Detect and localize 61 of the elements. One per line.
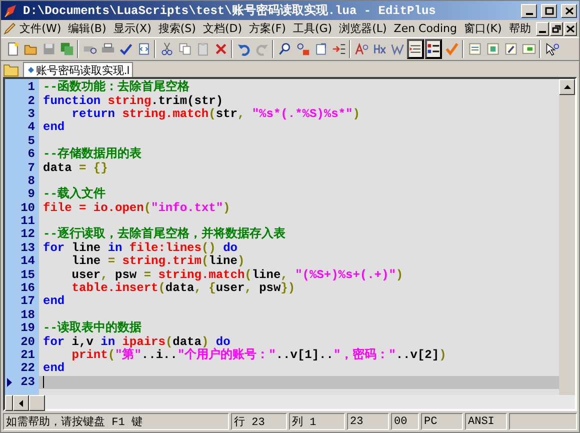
status-text: 23 (347, 413, 389, 430)
line-number: 16 (20, 282, 35, 296)
line-number: 8 (28, 174, 35, 188)
code-line: data = {} (43, 162, 108, 175)
status-text: PC (421, 413, 463, 430)
status-text: ANSI (465, 413, 507, 430)
menu-item[interactable]: Zen Coding (390, 22, 460, 35)
line-number: 19 (20, 322, 35, 336)
document-tab[interactable]: 账号密码读取实现.l (23, 62, 132, 77)
status-text: 列 1 (289, 413, 345, 430)
code-line: for line in file:lines() do (43, 242, 238, 255)
code-line: function string.trim(str) (43, 94, 224, 108)
code-line: print("第"..i.."个用户的账号："..v[1].."，密码："..v[2]) (70, 349, 446, 362)
line-number: 21 (20, 349, 35, 362)
code-line: line = string.trim(line) (70, 255, 245, 268)
line-number: 17 (20, 295, 35, 308)
line-number: 13 (20, 242, 35, 255)
line-number: 1 (28, 81, 35, 94)
code-line: --存储数据用的表 (43, 148, 142, 162)
window-title: D:\Documents\LuaScripts\test\账号密码读取实现.lua - EditPlus (23, 2, 437, 19)
code-line: --函数功能：去除首尾空格 (43, 81, 190, 94)
menu-item[interactable]: 窗口(K) (460, 21, 505, 36)
status-text: 00 (391, 413, 419, 430)
menu-item[interactable]: 工具(G) (290, 21, 336, 36)
menu-item[interactable]: 搜索(S) (155, 21, 199, 36)
code-line: table.insert(data, {user, psw}) (70, 282, 296, 296)
menu-item[interactable]: 文档(D) (200, 21, 246, 36)
line-number: 14 (20, 255, 35, 268)
line-number: 15 (20, 268, 35, 282)
code-line: --载入文件 (43, 188, 106, 202)
status-text: 行 23 (231, 413, 287, 430)
line-number: 18 (20, 308, 35, 322)
line-number: 20 (20, 336, 35, 349)
menu-item[interactable]: 显示(X) (110, 21, 154, 36)
line-number: 11 (20, 215, 35, 228)
line-number: 2 (28, 94, 35, 108)
menu-item[interactable]: 编辑(B) (65, 21, 110, 36)
line-number: 9 (28, 188, 35, 202)
status-text: 如需帮助，请按键盘 F1 键 (3, 413, 229, 430)
code-line: --逐行读取，去除首尾空格，并将数据存入表 (43, 228, 286, 242)
code-line: for i,v in ipairs(data) do (43, 336, 230, 349)
menu-item[interactable]: 帮助 (506, 21, 534, 36)
line-number: 3 (28, 108, 35, 121)
code-line: --读取表中的数据 (43, 322, 142, 336)
line-number: 22 (20, 362, 35, 376)
code-line: end (43, 362, 65, 376)
menu-item[interactable]: 方案(F) (246, 21, 289, 36)
code-line: end (43, 121, 65, 134)
code-line: return string.match(str, "%s*(.*%S)%s*") (70, 108, 360, 121)
code-line: file = io.open("info.txt") (43, 202, 230, 215)
line-number: 10 (20, 202, 35, 215)
line-number: 7 (28, 162, 35, 175)
line-number: 23 (20, 376, 35, 389)
code-line: end (43, 295, 65, 308)
code-line: user, psw = string.match(line, "(%S+)%s+(.+)") (70, 268, 404, 282)
line-number: 4 (28, 121, 35, 134)
menu-item[interactable]: 文件(W) (16, 21, 64, 36)
line-number: 6 (28, 148, 35, 162)
line-number: 12 (20, 228, 35, 242)
menu-item[interactable]: 浏览器(L) (336, 21, 390, 36)
line-number: 5 (28, 134, 35, 148)
